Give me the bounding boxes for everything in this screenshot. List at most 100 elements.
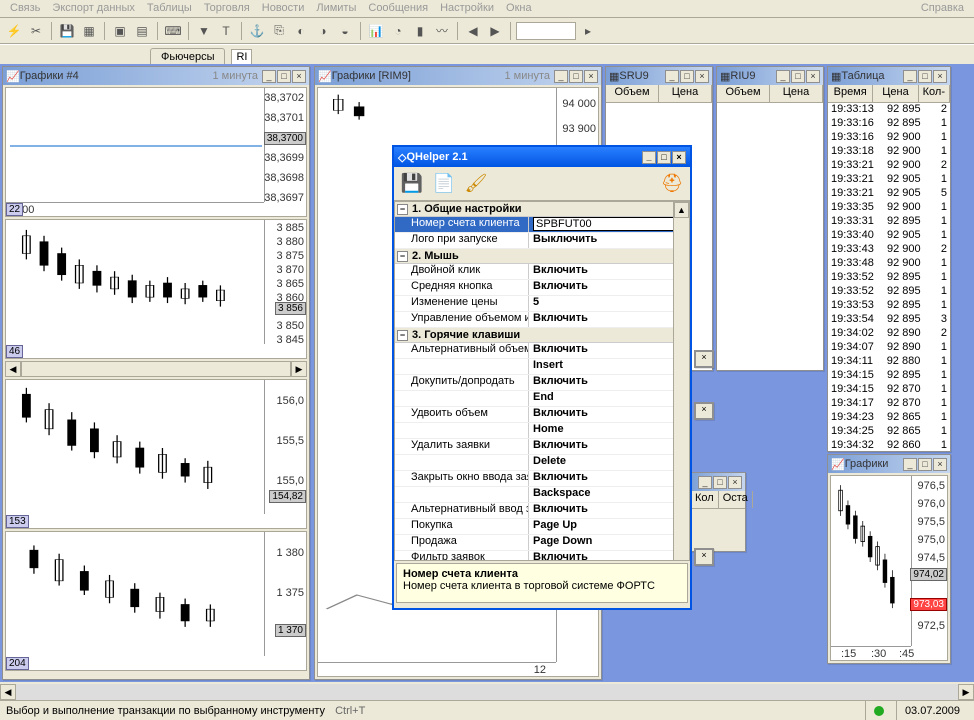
table-row[interactable]: 19:34:2392 8651 <box>828 411 950 425</box>
h-scrollbar[interactable]: ◀ ▶ <box>5 361 307 377</box>
property-value[interactable]: Выключить <box>529 233 689 248</box>
scroll-left-icon[interactable]: ◀ <box>5 361 21 377</box>
table-row[interactable]: 19:33:5292 8951 <box>828 271 950 285</box>
go-icon[interactable]: ▸ <box>578 21 598 41</box>
close-button[interactable]: × <box>728 476 742 489</box>
anchor-icon[interactable]: ⚓ <box>247 21 267 41</box>
chart4-title[interactable]: 📈 Графики #4 1 минута _ □ × <box>3 67 309 85</box>
collapse-icon[interactable]: − <box>397 330 408 341</box>
scroll-down-icon[interactable]: ▼ <box>689 544 690 560</box>
col-time[interactable]: Время <box>828 85 873 102</box>
wand-icon[interactable]: 🖌 <box>464 172 488 196</box>
minimize-button[interactable]: _ <box>903 70 917 83</box>
scroll-left-icon[interactable]: ◀ <box>0 684 16 700</box>
property-row[interactable]: Средняя кнопкаВключить <box>395 280 689 296</box>
chart-icon[interactable]: 📊 <box>366 21 386 41</box>
table-row[interactable]: 19:34:0792 8901 <box>828 341 950 355</box>
property-value[interactable]: Insert <box>529 359 689 374</box>
close-button[interactable]: × <box>806 70 820 83</box>
property-value[interactable]: Включить <box>529 503 689 518</box>
chart4-pane4[interactable]: 1 380 1 375 1 370 <box>5 531 307 671</box>
tool2-icon[interactable]: ◑ <box>313 21 333 41</box>
next-icon[interactable]: ▶ <box>485 21 505 41</box>
line-icon[interactable]: 〰 <box>432 21 452 41</box>
menu-help[interactable]: Справка <box>915 0 970 17</box>
keyboard-icon[interactable]: ⌨ <box>163 21 183 41</box>
minimize-button[interactable]: _ <box>642 151 656 164</box>
menu-trade[interactable]: Торговля <box>198 0 256 17</box>
col-price[interactable]: Цена <box>770 85 823 102</box>
property-value[interactable]: Включить <box>529 471 689 486</box>
chart4-pane3[interactable]: 156,0 155,5 155,0 154,82 <box>5 379 307 529</box>
scroll-right-icon[interactable]: ▶ <box>958 684 974 700</box>
table-row[interactable]: 19:33:5392 8951 <box>828 299 950 313</box>
prev-icon[interactable]: ◀ <box>463 21 483 41</box>
table-row[interactable]: 19:34:0292 8902 <box>828 327 950 341</box>
table-row[interactable]: 19:33:1692 9001 <box>828 131 950 145</box>
main-h-scrollbar[interactable]: ◀ ▶ <box>0 684 974 700</box>
property-row[interactable]: Backspace <box>395 487 689 503</box>
small-chart-title[interactable]: 📈 Графики _ □ × <box>828 455 950 473</box>
tab-futures[interactable]: Фьючерсы <box>150 48 225 65</box>
scroll-up-icon[interactable]: ▲ <box>674 202 689 218</box>
property-row[interactable]: Delete <box>395 455 689 471</box>
property-value[interactable]: Page Up <box>529 519 689 534</box>
menu-windows[interactable]: Окна <box>500 0 538 17</box>
close-button[interactable]: × <box>292 70 306 83</box>
table-row[interactable]: 19:33:4892 9001 <box>828 257 950 271</box>
close-button[interactable]: × <box>584 70 598 83</box>
minimize-button[interactable]: _ <box>262 70 276 83</box>
minimize-button[interactable]: _ <box>698 476 712 489</box>
minimize-button[interactable]: _ <box>554 70 568 83</box>
property-row[interactable]: Управление объемом инсВключить <box>395 312 689 328</box>
property-value[interactable]: End <box>529 391 689 406</box>
property-row[interactable]: Удвоить объемВключить <box>395 407 689 423</box>
property-value[interactable]: Включить <box>529 343 689 358</box>
filter-icon[interactable]: ▼ <box>194 21 214 41</box>
table-row[interactable]: 19:33:3592 9001 <box>828 201 950 215</box>
property-row[interactable]: Альтернативный объемВключить <box>395 343 689 359</box>
connect-icon[interactable]: ⚡ <box>4 21 24 41</box>
table-row[interactable]: 19:33:5292 8951 <box>828 285 950 299</box>
save-icon[interactable]: 💾 <box>57 21 77 41</box>
small-chart-plot[interactable]: 976,5 976,0 975,5 975,0 974,5 974,02 973… <box>830 475 948 661</box>
orders-icon[interactable]: ▤ <box>132 21 152 41</box>
table-row[interactable]: 19:33:1892 9001 <box>828 145 950 159</box>
property-value[interactable]: Включить <box>529 312 689 327</box>
property-row[interactable]: Лого при запускеВыключить <box>395 233 689 249</box>
maximize-button[interactable]: □ <box>569 70 583 83</box>
maximize-button[interactable]: □ <box>918 458 932 471</box>
table-row[interactable]: 19:34:3292 8601 <box>828 439 950 451</box>
document-icon[interactable]: 📄 <box>432 172 456 196</box>
table-body[interactable] <box>717 103 823 370</box>
pie-icon[interactable]: ◔ <box>388 21 408 41</box>
copy-icon[interactable]: ⎘ <box>269 21 289 41</box>
table-row[interactable]: 19:34:1592 8701 <box>828 383 950 397</box>
col-rest[interactable]: Оста <box>719 491 753 508</box>
table-row[interactable]: 19:33:5492 8953 <box>828 313 950 327</box>
collapse-icon[interactable]: − <box>397 204 408 215</box>
property-section[interactable]: −1. Общие настройки <box>395 202 689 217</box>
order-icon[interactable]: ▣ <box>110 21 130 41</box>
menu-svyaz[interactable]: Связь <box>4 0 46 17</box>
property-value[interactable]: Включить <box>529 407 689 422</box>
property-row[interactable]: Insert <box>395 359 689 375</box>
table-row[interactable]: 19:33:4092 9051 <box>828 229 950 243</box>
property-row[interactable]: Номер счета клиента <box>395 217 689 233</box>
maximize-button[interactable]: □ <box>791 70 805 83</box>
col-price[interactable]: Цена <box>873 85 918 102</box>
maximize-button[interactable]: □ <box>680 70 694 83</box>
close-button[interactable]: × <box>695 351 713 367</box>
col-volume[interactable]: Объем <box>606 85 659 102</box>
maximize-button[interactable]: □ <box>657 151 671 164</box>
table-row[interactable]: 19:34:2592 8651 <box>828 425 950 439</box>
tab-code[interactable]: RI <box>231 49 252 65</box>
table-row[interactable]: 19:34:1192 8801 <box>828 355 950 369</box>
property-value[interactable]: Home <box>529 423 689 438</box>
trades-table-title[interactable]: ▦ Таблица _ □ × <box>828 67 950 85</box>
table-row[interactable]: 19:33:2192 9055 <box>828 187 950 201</box>
property-row[interactable]: Удалить заявкиВключить <box>395 439 689 455</box>
disconnect-icon[interactable]: ✂ <box>26 21 46 41</box>
tool3-icon[interactable]: ◒ <box>335 21 355 41</box>
maximize-button[interactable]: □ <box>277 70 291 83</box>
